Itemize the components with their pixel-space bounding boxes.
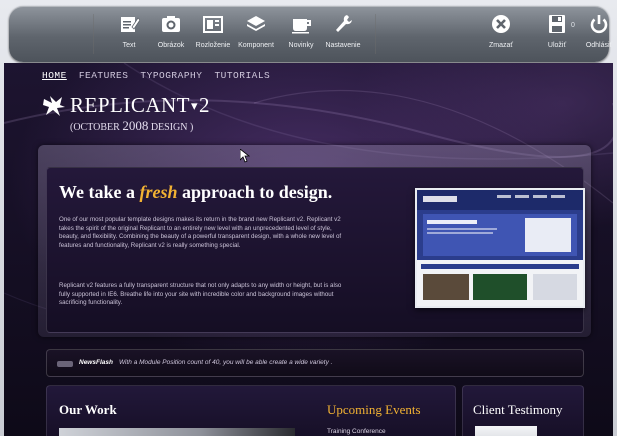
testimony-image [475, 426, 537, 436]
text-edit-icon [117, 12, 141, 36]
editor-frame: Text Obrázok Rozloženie Komponent Novink [0, 0, 617, 436]
settings-button[interactable]: Nastavenie [313, 12, 373, 56]
power-icon [587, 12, 611, 36]
delete-icon [489, 12, 513, 36]
news-icon [289, 12, 313, 36]
image-button-label: Obrázok [157, 42, 185, 49]
wrench-icon [331, 12, 355, 36]
our-work-title: Our Work [59, 402, 117, 417]
hero-title-highlight: fresh [139, 182, 178, 202]
nav-home[interactable]: HOME [42, 70, 67, 81]
logout-button[interactable]: Odhlásiť [579, 12, 617, 56]
work-image [59, 428, 295, 436]
component-icon [244, 12, 268, 36]
logo-subtitle-year: 2008 [122, 118, 149, 133]
newsflash-controls[interactable] [57, 361, 73, 367]
work-events-box: Our Work Upcoming Events Training Confer… [46, 385, 456, 436]
newsflash-bar: NewsFlash With a Module Position count of… [46, 349, 584, 377]
logo-version: 2 [199, 93, 211, 117]
logo-subtitle-prefix: (OCTOBER [70, 122, 123, 133]
logo-emblem-icon [42, 95, 66, 117]
delete-button[interactable]: Zmazať [471, 12, 531, 56]
newsflash-label: NewsFlash [79, 359, 113, 366]
logo-subtitle: (OCTOBER 2008 DESIGN ) [70, 118, 210, 134]
save-icon [545, 12, 569, 36]
newsflash-text: NewsFlash With a Module Position count of… [79, 359, 332, 366]
text-button-label: Text [122, 42, 136, 49]
save-count-badge: 0 [571, 22, 575, 29]
camera-icon [159, 12, 183, 36]
delete-button-label: Zmazať [488, 42, 514, 49]
hero-panel: We take a fresh approach to design. One … [46, 167, 585, 333]
mouse-cursor-icon [239, 148, 251, 168]
upcoming-events-title: Upcoming Events [327, 402, 421, 417]
news-button-label: Novinky [288, 42, 314, 49]
layout-icon [201, 12, 225, 36]
template-preview-image [415, 188, 585, 308]
save-button-label: Uložiť [547, 42, 567, 49]
settings-button-label: Nastavenie [325, 42, 361, 49]
hero-title: We take a fresh approach to design. [59, 182, 332, 203]
newsflash-message: With a Module Position count of 40, you … [118, 359, 333, 366]
toolbar-separator [93, 14, 94, 54]
client-testimony-title: Client Testimony [473, 402, 563, 417]
editor-toolbar: Text Obrázok Rozloženie Komponent Novink [9, 6, 612, 62]
hero-title-end: approach to design. [177, 182, 333, 202]
logo-subtitle-suffix: DESIGN ) [148, 122, 194, 133]
nav-typography[interactable]: TYPOGRAPHY [140, 70, 202, 81]
nav-tutorials[interactable]: TUTORIALS [214, 70, 270, 81]
nav-features[interactable]: FEATURES [79, 70, 129, 81]
site-logo[interactable]: REPLICANT ▾ 2 (OCTOBER 2008 DESIGN ) [42, 93, 210, 134]
toolbar-separator [375, 14, 376, 54]
component-button-label: Komponent [238, 42, 274, 49]
site-nav: HOME FEATURES TYPOGRAPHY TUTORIALS [42, 70, 270, 81]
logo-name: REPLICANT [70, 93, 190, 117]
event-item[interactable]: Training Conference [327, 428, 386, 435]
hero-title-start: We take a [59, 182, 140, 202]
logo-v-mark: ▾ [191, 97, 199, 113]
testimony-box: Client Testimony [462, 385, 584, 436]
logout-button-label: Odhlásiť [585, 42, 613, 49]
hero-paragraph-2: Replicant v2 features a fully transparen… [59, 282, 342, 307]
hero-paragraph-1: One of our most popular template designs… [59, 216, 342, 249]
save-button[interactable]: Uložiť [527, 12, 587, 56]
